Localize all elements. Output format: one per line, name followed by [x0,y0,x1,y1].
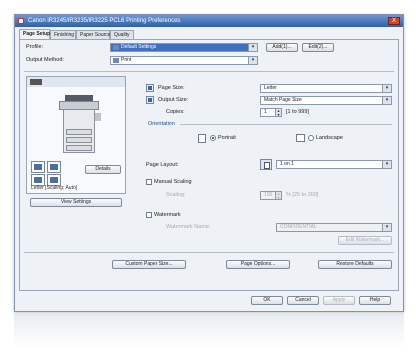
spin-arrows-icon[interactable]: ▴ ▾ [275,109,281,116]
preview-header [27,77,125,87]
chevron-down-icon: ▾ [382,161,391,168]
divider [24,252,394,253]
preview-mode-icon[interactable] [30,79,42,85]
printing-preferences-dialog: Canon iR3245/iR3235/iR3225 PCL6 Printing… [14,14,404,312]
manual-scaling-checkbox[interactable] [146,179,152,185]
copies-range: [1 to 999] [286,109,309,115]
chevron-down-icon: ▾ [248,44,257,51]
title-bar: Canon iR3245/iR3235/iR3225 PCL6 Printing… [15,15,403,27]
landscape-icon [296,134,305,142]
close-button[interactable]: X [388,17,400,25]
page-layout-select[interactable]: 1 on 1 ▾ [276,160,392,169]
orientation-label: Orientation [148,121,175,127]
add-profile-button[interactable]: Add(1)... [266,43,298,52]
profile-select[interactable]: Default Settings ▾ [110,43,258,52]
page-preview-icon[interactable] [31,161,45,173]
print-icon [113,58,119,63]
page-size-label: Page Size: [158,85,185,91]
portrait-radio[interactable] [210,135,216,141]
window-reflection [14,314,404,348]
tab-quality[interactable]: Quality [110,30,134,39]
watermark-checkbox[interactable] [146,212,152,218]
ok-button[interactable]: OK [251,296,283,305]
scaling-range: % [25 to 200] [286,192,319,198]
printer-icon [18,18,24,24]
watermark-name-label: Watermark Name: [166,224,211,230]
page-layout-label: Page Layout: [146,162,179,168]
chevron-down-icon: ▾ [248,57,257,64]
scaling-stepper[interactable]: 100 ▴ ▾ [260,191,282,200]
copier-illustration-icon [57,95,101,157]
portrait-label: Portrait [218,135,236,141]
page-layout-value: 1 on 1 [280,161,294,167]
profile-value: Default Settings [121,44,157,50]
watermark-select[interactable]: CONFIDENTIAL ▾ [276,223,392,232]
output-size-select[interactable]: Match Page Size ▾ [260,96,392,105]
chevron-down-icon: ▾ [382,85,391,92]
details-button[interactable]: Details [85,165,121,174]
edit-watermark-button[interactable]: Edit Watermark... [338,236,392,245]
edit-profile-button[interactable]: Edit(2)... [302,43,334,52]
copies-value: 1 [264,109,267,115]
preview-pane: Details Letter [Scaling: Auto] [26,76,126,194]
output-size-label: Output Size: [158,97,189,103]
profile-icon [113,45,119,50]
chevron-down-icon: ▾ [382,224,391,231]
cancel-button[interactable]: Cancel [287,296,319,305]
tab-page-setup[interactable]: Page Setup [19,29,50,39]
profile-label: Profile: [26,44,44,50]
page-options-button[interactable]: Page Options... [226,260,290,269]
output-method-value: Print [121,57,132,63]
watermark-value: CONFIDENTIAL [280,224,317,230]
orientation-divider [180,124,392,125]
page-setup-panel: Profile: Default Settings ▾ Add(1)... Ed… [19,39,399,291]
window-title: Canon iR3245/iR3235/iR3225 PCL6 Printing… [28,18,181,24]
custom-paper-size-button[interactable]: Custom Paper Size... [112,260,186,269]
spin-arrows-icon[interactable]: ▴ ▾ [275,192,281,199]
page-size-select[interactable]: Letter ▾ [260,84,392,93]
restore-defaults-button[interactable]: Restore Defaults [318,260,392,269]
tab-finishing[interactable]: Finishing [50,30,76,39]
preview-caption: Letter [Scaling: Auto] [31,185,78,191]
chevron-down-icon: ▾ [382,97,391,104]
landscape-label: Landscape [316,135,343,141]
output-method-select[interactable]: Print ▾ [110,56,258,65]
copies-stepper[interactable]: 1 ▴ ▾ [260,108,282,117]
help-button[interactable]: Help [359,296,391,305]
output-size-icon [146,96,154,104]
output-size-value: Match Page Size [264,97,302,103]
copies-label: Copies: [166,109,185,115]
manual-scaling-label: Manual Scaling [154,179,192,185]
apply-button[interactable]: Apply [323,296,355,305]
watermark-label: Watermark [154,212,181,218]
landscape-radio[interactable] [308,135,314,141]
printer-preview-icon[interactable] [47,161,61,173]
page-layout-icon [260,159,272,170]
tab-paper-source[interactable]: Paper Source [76,30,111,39]
page-size-icon [146,84,154,92]
page-size-value: Letter [264,85,277,91]
output-method-label: Output Method: [26,57,64,63]
divider [24,71,394,72]
portrait-icon [198,134,206,143]
scaling-label: Scaling: [166,192,186,198]
scaling-value: 100 [264,192,273,198]
view-settings-button[interactable]: View Settings [30,198,122,207]
